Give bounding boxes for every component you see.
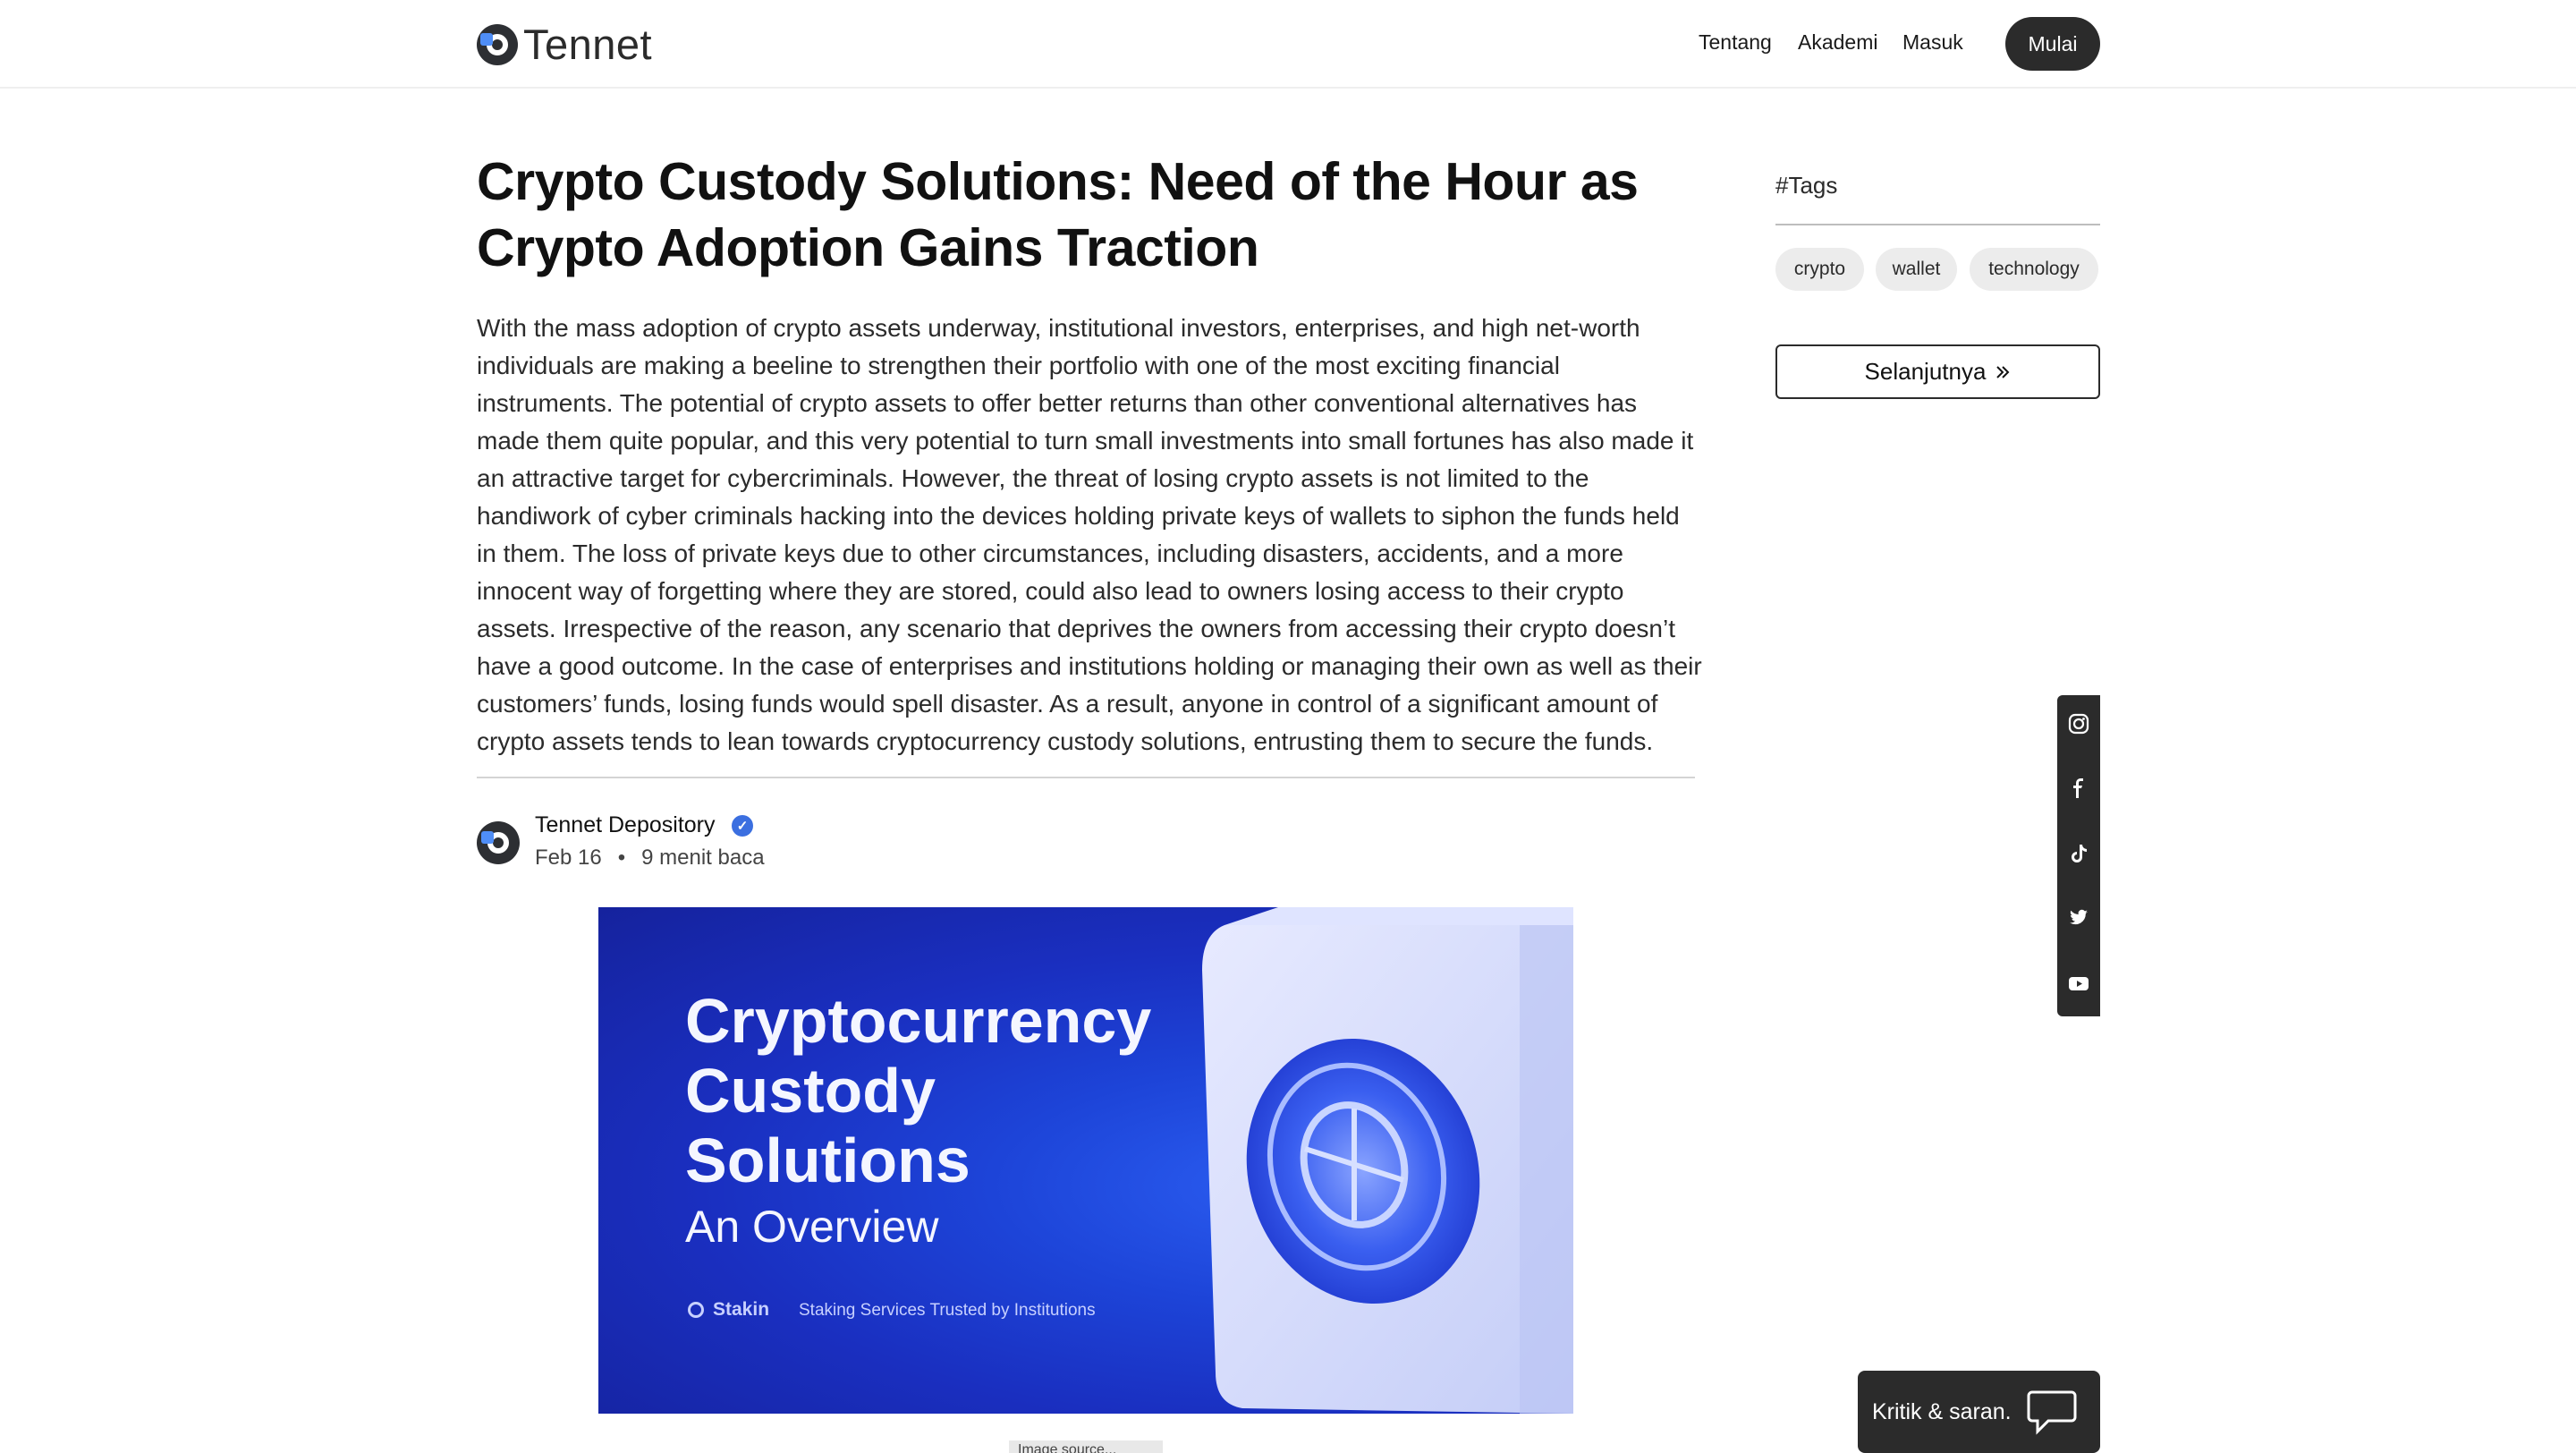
author-name[interactable]: Tennet Depository bbox=[535, 812, 716, 838]
tag-technology[interactable]: technology bbox=[1970, 248, 2098, 291]
read-time: 9 menit baca bbox=[641, 845, 765, 870]
tags-heading: #Tags bbox=[1775, 172, 1838, 199]
logo-text: Tennet bbox=[523, 21, 653, 68]
meta-separator: • bbox=[617, 845, 626, 870]
nav-link-masuk[interactable]: Masuk bbox=[1902, 30, 1963, 55]
stakin-logo-icon bbox=[688, 1302, 704, 1318]
site-logo[interactable]: Tennet bbox=[477, 20, 652, 69]
article-hero-image: Cryptocurrency Custody Solutions An Over… bbox=[598, 907, 1573, 1414]
publish-date: Feb 16 bbox=[535, 845, 602, 870]
twitter-icon[interactable] bbox=[2068, 907, 2089, 929]
article-title: Crypto Custody Solutions: Need of the Ho… bbox=[477, 152, 1639, 277]
facebook-icon[interactable] bbox=[2068, 777, 2089, 799]
author-avatar[interactable] bbox=[477, 821, 520, 864]
chat-bubble-icon bbox=[2027, 1390, 2077, 1435]
tag-wallet[interactable]: wallet bbox=[1876, 248, 1957, 291]
verified-badge-icon: ✓ bbox=[732, 815, 753, 837]
image-caption[interactable]: Image source... bbox=[1009, 1440, 1163, 1453]
article-meta: Feb 16 • 9 menit baca bbox=[535, 845, 765, 871]
tags-divider bbox=[1775, 224, 2100, 225]
start-button[interactable]: Mulai bbox=[2005, 17, 2100, 71]
hero-tagline: Staking Services Trusted by Institutions bbox=[799, 1301, 1096, 1320]
double-chevron-right-icon bbox=[1996, 365, 2010, 378]
next-label: Selanjutnya bbox=[1864, 358, 1987, 385]
feedback-label: Kritik & saran. bbox=[1872, 1398, 2012, 1424]
next-article-button[interactable]: Selanjutnya bbox=[1775, 344, 2100, 399]
instagram-icon[interactable] bbox=[2068, 713, 2089, 735]
hero-title: Cryptocurrency Custody Solutions bbox=[685, 986, 1152, 1195]
youtube-icon[interactable] bbox=[2068, 973, 2089, 994]
tiktok-icon[interactable] bbox=[2068, 843, 2089, 864]
feedback-button[interactable]: Kritik & saran. bbox=[1858, 1371, 2100, 1453]
nav-link-akademi[interactable]: Akademi bbox=[1798, 30, 1877, 55]
tag-crypto[interactable]: crypto bbox=[1775, 248, 1864, 291]
hero-brand-name: Stakin bbox=[713, 1299, 770, 1320]
article-divider bbox=[477, 777, 1695, 778]
hero-subtitle: An Overview bbox=[685, 1202, 939, 1252]
nav-link-tentang[interactable]: Tentang bbox=[1699, 30, 1772, 55]
social-bar bbox=[2057, 695, 2100, 1016]
article-body: With the mass adoption of crypto assets … bbox=[477, 314, 1702, 755]
site-header: Tennet Tentang Akademi Masuk Mulai bbox=[0, 0, 2576, 89]
logo-icon bbox=[477, 23, 518, 65]
hero-brand: Stakin bbox=[688, 1299, 769, 1321]
